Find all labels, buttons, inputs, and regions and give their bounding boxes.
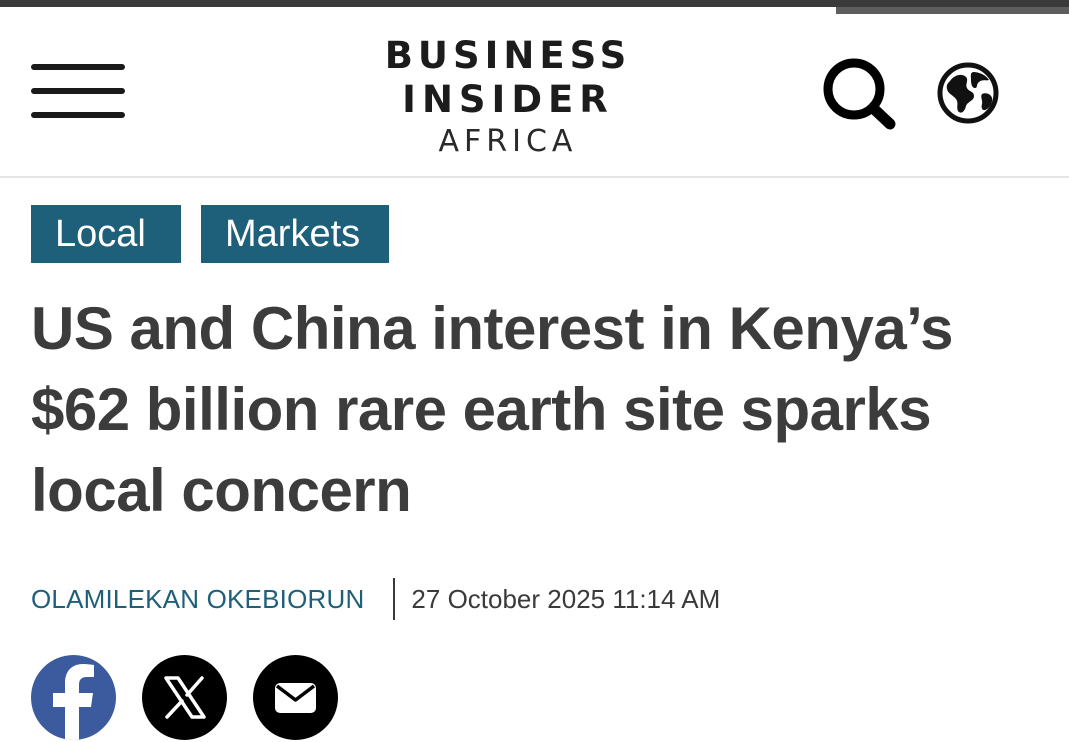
region-selector-button[interactable] — [936, 61, 1000, 125]
search-icon — [823, 58, 896, 130]
share-facebook-button[interactable] — [31, 655, 116, 740]
hamburger-menu-icon-bar — [31, 88, 125, 94]
share-bar — [31, 655, 338, 740]
byline-divider — [393, 578, 396, 620]
email-icon — [275, 683, 316, 713]
share-x-button[interactable] — [142, 655, 227, 740]
facebook-icon — [53, 664, 94, 740]
search-button[interactable] — [818, 58, 898, 130]
article-headline: US and China interest in Kenya’s $62 bil… — [31, 295, 954, 524]
author-link[interactable]: OLAMILEKAN OKEBIORUN — [31, 584, 364, 615]
x-logo-icon — [164, 676, 206, 719]
site-logo[interactable]: BUSINESS INSIDER AFRICA — [370, 34, 646, 162]
tag-local[interactable]: Local — [31, 205, 181, 263]
article-tags: Local Markets — [31, 205, 389, 263]
top-strip — [0, 0, 1069, 7]
hamburger-menu-icon — [31, 64, 125, 70]
menu-button[interactable] — [31, 64, 125, 122]
top-strip-progress — [836, 7, 1069, 14]
tag-markets[interactable]: Markets — [201, 205, 389, 263]
logo-line-africa: AFRICA — [438, 124, 578, 159]
site-header: BUSINESS INSIDER AFRICA — [0, 14, 1069, 178]
logo-line-insider: INSIDER — [402, 78, 614, 121]
globe-icon — [937, 62, 999, 124]
share-email-button[interactable] — [253, 655, 338, 740]
hamburger-menu-icon-bar — [31, 112, 125, 118]
logo-line-business: BUSINESS — [384, 34, 632, 77]
article-byline: OLAMILEKAN OKEBIORUN 27 October 2025 11:… — [31, 577, 720, 621]
publish-date: 27 October 2025 11:14 AM — [411, 583, 721, 614]
